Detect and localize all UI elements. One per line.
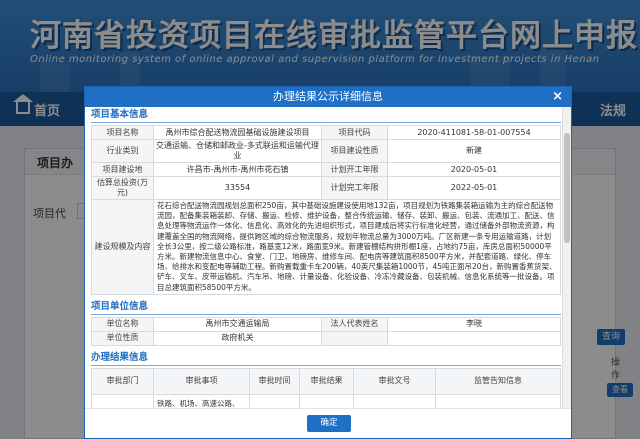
project-name-label: 项目名称 — [91, 125, 154, 140]
finish-year-label: 计划完工年限 — [321, 176, 388, 200]
basic-info-table: 项目名称 禹州市综合配送物流园基础设施建设项目 项目代码 2020-411081… — [91, 125, 561, 295]
legal-rep-label: 法人代表姓名 — [321, 316, 388, 332]
column-header: 审批事项 — [153, 367, 250, 395]
column-header: 审批时间 — [249, 367, 300, 395]
investment-value: 33554 — [153, 176, 322, 200]
finish-year-value: 2022-05-01 — [387, 176, 561, 200]
industry-value: 交通运输、仓储和邮政业-多式联运和运输代理业 — [153, 139, 322, 163]
legal-rep-value: 李晓 — [387, 316, 561, 332]
modal-title: 办理结果公示详细信息 — [273, 90, 383, 103]
scrollbar-thumb[interactable] — [564, 133, 570, 243]
modal-scrollbar[interactable] — [562, 107, 571, 410]
project-name-value: 禹州市综合配送物流园基础设施建设项目 — [153, 125, 322, 140]
confirm-button[interactable]: 确定 — [307, 415, 351, 432]
modal-footer: 确定 — [85, 408, 571, 438]
location-value: 许昌市-禹州市-禹州市花石镇 — [153, 162, 322, 177]
column-header: 审批部门 — [91, 367, 154, 395]
scale-label: 建设规模及内容 — [91, 199, 154, 295]
close-icon[interactable]: × — [552, 89, 563, 105]
start-year-value: 2020-05-01 — [387, 162, 561, 177]
industry-label: 行业类别 — [91, 139, 154, 163]
result-table: 审批部门 审批事项 审批时间 审批结果 审批文号 监管告知信息 铁路、机场、高速… — [91, 367, 561, 410]
basic-info-section-title: 项目基本信息 — [91, 107, 561, 123]
column-header: 监管告知信息 — [435, 367, 561, 395]
empty-label — [321, 330, 388, 346]
result-detail-modal: 办理结果公示详细信息 × 项目基本信息 项目名称 禹州市综合配送物流园基础设施建… — [84, 86, 572, 439]
location-label: 项目建设地 — [91, 162, 154, 177]
modal-body[interactable]: 项目基本信息 项目名称 禹州市综合配送物流园基础设施建设项目 项目代码 2020… — [85, 107, 573, 410]
empty-value — [387, 330, 561, 346]
column-header: 审批结果 — [299, 367, 354, 395]
unit-nature-value: 政府机关 — [153, 330, 322, 346]
nature-label: 项目建设性质 — [321, 139, 388, 163]
nature-value: 新建 — [387, 139, 561, 163]
start-year-label: 计划开工年限 — [321, 162, 388, 177]
unit-name-value: 禹州市交通运输局 — [153, 316, 322, 332]
unit-info-table: 单位名称 禹州市交通运输局 法人代表姓名 李晓 单位性质 政府机关 — [91, 316, 561, 346]
result-info-section-title: 办理结果信息 — [91, 350, 561, 366]
investment-label: 估算总投资(万元) — [91, 176, 154, 200]
unit-info-section-title: 项目单位信息 — [91, 299, 561, 315]
unit-nature-label: 单位性质 — [91, 330, 154, 346]
column-header: 审批文号 — [353, 367, 436, 395]
modal-header: 办理结果公示详细信息 × — [85, 87, 571, 107]
scale-value: 花石综合配送物流园规划总面积250亩，其中基础设施建设使用地132亩，项目规划为… — [153, 199, 561, 295]
project-code-label: 项目代码 — [321, 125, 388, 140]
project-code-value: 2020-411081-58-01-007554 — [387, 125, 561, 140]
unit-name-label: 单位名称 — [91, 316, 154, 332]
